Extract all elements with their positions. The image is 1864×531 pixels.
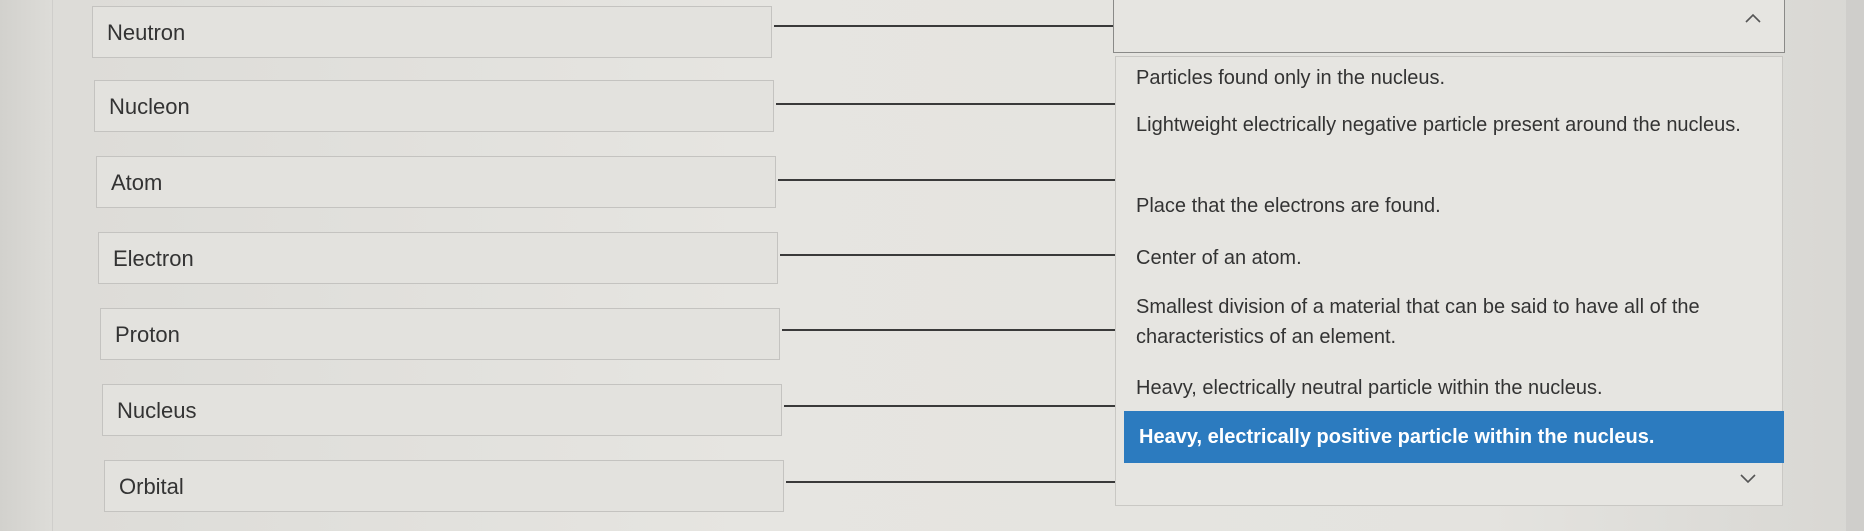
option-item[interactable]: Particles found only in the nucleus. [1136,63,1776,93]
term-label: Neutron [107,20,186,45]
connector-line [774,25,1114,27]
page: Neutron Nucleon Atom Electron Proton Nuc… [0,0,1864,531]
connector-line [786,481,1116,483]
connector-line [776,103,1116,105]
option-item-highlighted[interactable]: Heavy, electrically positive particle wi… [1124,411,1784,463]
option-item[interactable]: Smallest division of a material that can… [1136,292,1776,352]
term-box-neutron[interactable]: Neutron [92,6,772,58]
connector-line [784,405,1116,407]
term-box-nucleus[interactable]: Nucleus [102,384,782,436]
option-item[interactable]: Place that the electrons are found. [1136,191,1776,221]
term-label: Nucleon [109,94,190,119]
dropdown-list: Particles found only in the nucleus. Lig… [1115,56,1784,506]
term-box-proton[interactable]: Proton [100,308,780,360]
term-box-electron[interactable]: Electron [98,232,778,284]
option-item[interactable]: Heavy, electrically neutral particle wit… [1136,373,1776,403]
term-label: Electron [113,246,194,271]
term-box-atom[interactable]: Atom [96,156,776,208]
term-label: Atom [111,170,163,195]
answer-select[interactable] [1113,0,1785,53]
right-margin [1846,0,1864,531]
option-item[interactable]: Center of an atom. [1136,243,1776,273]
option-item[interactable]: Lightweight electrically negative partic… [1136,110,1776,140]
chevron-down-icon[interactable] [1739,469,1757,487]
term-label: Nucleus [117,398,197,423]
connector-line [778,179,1116,181]
connector-line [782,329,1116,331]
term-box-nucleon[interactable]: Nucleon [94,80,774,132]
connector-line [780,254,1116,256]
left-margin [0,0,53,531]
term-label: Proton [115,322,180,347]
chevron-up-icon[interactable] [1744,10,1762,28]
term-label: Orbital [119,474,184,499]
term-box-orbital[interactable]: Orbital [104,460,784,512]
